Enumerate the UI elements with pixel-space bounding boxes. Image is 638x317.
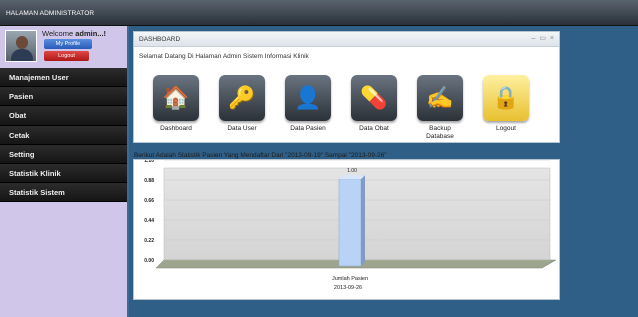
y-tick-label: 0.22 (144, 238, 154, 244)
chart-bars: 1.00 (338, 168, 365, 267)
avatar-head (16, 36, 28, 49)
sidebar-item-setting[interactable]: Setting (0, 144, 128, 164)
backup-icon[interactable]: ✍ (417, 75, 463, 121)
key-user-icon[interactable]: 🔑 (219, 75, 265, 121)
patient-icon[interactable]: 👤 (285, 75, 331, 121)
tile-label: Backup Database (426, 125, 454, 140)
app-title: HALAMAN ADMINISTRATOR (6, 10, 95, 17)
dashboard-title: DASHBOARD (139, 36, 181, 43)
tile-data-obat[interactable]: 💊 Data Obat (344, 75, 404, 133)
my-profile-button[interactable]: My Profile (44, 39, 92, 49)
dashboard-panel: DASHBOARD – ▭ × Selamat Datang Di Halama… (133, 31, 560, 143)
avatar (5, 30, 37, 62)
house-icon[interactable]: 🏠 (153, 75, 199, 121)
welcome-username: admin...! (75, 29, 107, 38)
bar-jumlah-pasien (338, 178, 362, 267)
chart-y-axis-ticks: 1.10 0.88 0.66 0.44 0.22 0.00 (144, 158, 154, 264)
tile-label: Dashboard (160, 125, 192, 132)
sidebar-item-cetak[interactable]: Cetak (0, 125, 128, 145)
shortcut-tiles: 🏠 Dashboard 🔑 Data User 👤 Data Pasien 💊 … (146, 75, 556, 145)
bar-side-face (361, 175, 365, 266)
tile-data-user[interactable]: 🔑 Data User (212, 75, 272, 133)
chart-legend: 2013-09-26 (334, 285, 362, 291)
welcome-message: Selamat Datang Di Halaman Admin Sistem I… (139, 53, 309, 60)
tile-data-pasien[interactable]: 👤 Data Pasien (278, 75, 338, 133)
statistics-chart: 1.10 0.88 0.66 0.44 0.22 0.00 1.00 Jumlah Pas… (133, 158, 560, 300)
sidebar-menu: Manajemen User Pasien Obat Cetak Setting… (0, 68, 128, 203)
chart-svg: 1.10 0.88 0.66 0.44 0.22 0.00 1.00 Jumlah Pas… (144, 158, 557, 291)
dashboard-panel-header: DASHBOARD – ▭ × (134, 32, 559, 47)
medicine-icon[interactable]: 💊 (351, 75, 397, 121)
tile-backup-database[interactable]: ✍ Backup Database (410, 75, 470, 141)
sidebar-divider (127, 26, 129, 317)
sidebar-item-manajemen-user[interactable]: Manajemen User (0, 68, 128, 88)
welcome-text: Welcome admin...! (42, 29, 106, 38)
y-tick-label: 0.00 (144, 258, 154, 264)
sidebar-item-pasien[interactable]: Pasien (0, 87, 128, 107)
avatar-body (11, 49, 33, 61)
panel-window-controls[interactable]: – ▭ × (532, 34, 555, 42)
tile-label: Data Obat (359, 125, 389, 132)
tile-label: Logout (496, 125, 516, 132)
logout-button[interactable]: Logout (44, 51, 89, 61)
y-tick-label: 1.10 (144, 160, 154, 164)
sidebar-item-statistik-sistem[interactable]: Statistik Sistem (0, 183, 128, 203)
top-bar: HALAMAN ADMINISTRATOR (0, 0, 638, 26)
welcome-prefix: Welcome (42, 29, 74, 38)
bar-data-label: 1.00 (347, 168, 357, 174)
x-category-label: Jumlah Pasien (332, 276, 368, 282)
y-tick-label: 0.66 (144, 198, 154, 204)
sidebar-item-obat[interactable]: Obat (0, 106, 128, 126)
tile-logout[interactable]: 🔒 Logout (476, 75, 536, 133)
tile-dashboard[interactable]: 🏠 Dashboard (146, 75, 206, 133)
y-tick-label: 0.88 (144, 178, 154, 184)
sidebar-item-statistik-klinik[interactable]: Statistik Klinik (0, 163, 128, 184)
statistics-heading: Berikut Adalah Statistik Pasien Yang Men… (134, 152, 387, 159)
lock-icon[interactable]: 🔒 (483, 75, 529, 121)
user-box: Welcome admin...! My Profile Logout (0, 26, 128, 68)
y-tick-label: 0.44 (144, 218, 154, 224)
sidebar: Welcome admin...! My Profile Logout Mana… (0, 26, 128, 317)
bar-top-face (339, 175, 365, 180)
tile-label: Data Pasien (290, 125, 326, 132)
tile-label: Data User (227, 125, 257, 132)
